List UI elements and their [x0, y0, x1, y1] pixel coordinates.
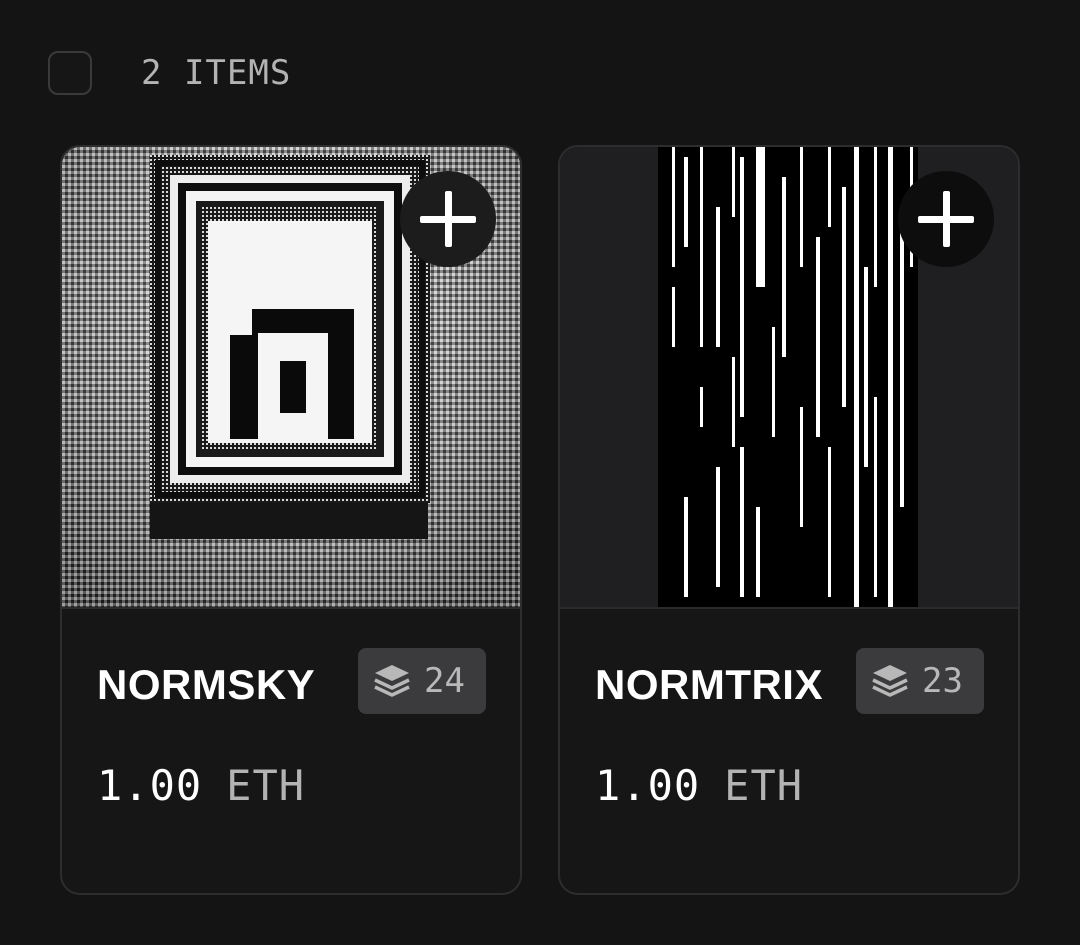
layer-count-badge: 23 [856, 648, 984, 714]
select-all-checkbox[interactable] [48, 51, 92, 95]
layer-count: 24 [424, 661, 465, 701]
item-name: NORMTRIX [595, 661, 823, 708]
card-info: NORMSKY 24 1.00 ETH [62, 607, 520, 893]
item-count: 2 ITEMS [141, 53, 292, 93]
layers-icon [374, 665, 410, 697]
price-value: 1.00 [97, 761, 203, 810]
add-to-cart-button[interactable] [898, 171, 994, 267]
price-currency: ETH [724, 761, 804, 810]
nft-card[interactable]: NORMTRIX 23 1.00 ETH [558, 145, 1020, 895]
add-to-cart-button[interactable] [400, 171, 496, 267]
layer-count: 23 [922, 661, 963, 701]
price-currency: ETH [226, 761, 306, 810]
price: 1.00 ETH [97, 761, 305, 810]
card-info: NORMTRIX 23 1.00 ETH [560, 607, 1018, 893]
nft-image [560, 147, 1018, 607]
nft-image [62, 147, 520, 607]
price-value: 1.00 [595, 761, 701, 810]
items-header: 2 ITEMS [48, 49, 291, 97]
item-name: NORMSKY [97, 661, 316, 708]
price: 1.00 ETH [595, 761, 803, 810]
nft-card[interactable]: NORMSKY 24 1.00 ETH [60, 145, 522, 895]
layer-count-badge: 24 [358, 648, 486, 714]
layers-icon [872, 665, 908, 697]
